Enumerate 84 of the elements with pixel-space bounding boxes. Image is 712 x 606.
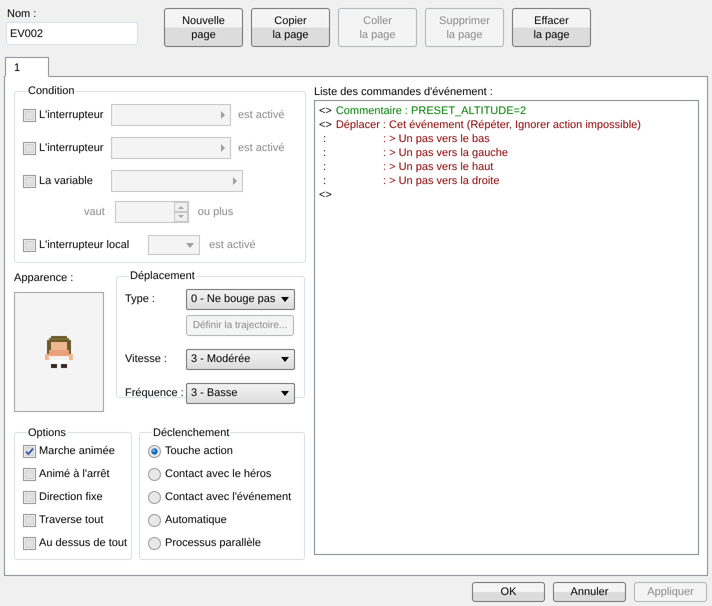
field-label: Fréquence : — [125, 386, 185, 401]
dialog-button[interactable]: OK — [472, 582, 545, 602]
command-text[interactable]: : > Un pas vers le bas — [383, 132, 490, 146]
radio-label: Automatique — [165, 513, 227, 528]
group-title: Déplacement — [129, 269, 196, 284]
checkbox[interactable] — [23, 238, 36, 252]
dropdown[interactable] — [111, 104, 231, 126]
character-drawing — [43, 336, 75, 368]
checkbox-label: La variable — [39, 174, 94, 189]
command-prefix: <> — [319, 104, 332, 118]
command-text[interactable]: Déplacer : Cet événement (Répéter, Ignorer action impossible) — [336, 118, 641, 132]
dropdown[interactable]: 3 - Basse — [186, 382, 295, 404]
checkbox-label: Traverse tout — [39, 513, 104, 528]
spinner-arrows-icon — [174, 202, 188, 222]
page-tab[interactable]: 1 — [5, 57, 49, 77]
dropdown[interactable]: 0 - Ne bouge pas — [186, 288, 295, 310]
dropdown-value: 3 - Basse — [191, 386, 238, 401]
command-list[interactable] — [314, 100, 699, 555]
checkbox[interactable] — [23, 445, 36, 458]
radio-button[interactable] — [148, 514, 161, 527]
checkbox-label: Marche animée — [39, 444, 115, 460]
checkbox[interactable] — [23, 174, 36, 188]
checkbox-label: L'interrupteur — [39, 108, 104, 123]
group-title: Condition — [27, 84, 76, 99]
command-text[interactable]: : > Un pas vers la droite — [383, 174, 500, 188]
dropdown[interactable] — [111, 170, 243, 192]
radio-button[interactable] — [148, 445, 161, 458]
section-label: Apparence : — [14, 271, 74, 286]
command-prefix: <> — [319, 118, 332, 132]
radio-label: Processus parallèle — [165, 536, 261, 552]
command-prefix: <> — [319, 188, 332, 202]
command-prefix: : — [322, 174, 328, 188]
suffix-label: est activé — [238, 108, 284, 123]
radio-button[interactable] — [148, 491, 161, 504]
command-text[interactable]: : > Un pas vers le haut — [383, 160, 494, 174]
command-text[interactable]: : > Un pas vers la gauche — [383, 146, 508, 160]
dialog-button[interactable]: Annuler — [553, 582, 626, 602]
checkbox[interactable] — [23, 108, 36, 122]
checkbox[interactable] — [23, 142, 36, 154]
radio-label: Contact avec l'événement — [165, 490, 292, 506]
dropdown-value: 3 - Modérée — [191, 352, 250, 367]
suffix-label: ou plus — [198, 204, 234, 220]
dropdown[interactable] — [111, 137, 231, 159]
suffix-label: est activé — [238, 140, 284, 156]
dropdown[interactable]: 3 - Modérée — [186, 348, 295, 370]
checkbox[interactable] — [23, 491, 36, 504]
field-label: vaut — [84, 204, 105, 220]
field-label: Nom : — [7, 7, 36, 21]
command-prefix: : — [322, 160, 328, 174]
caret-icon — [281, 390, 289, 396]
group-title: Déclenchement — [152, 426, 230, 440]
command-prefix: : — [322, 146, 328, 160]
command-prefix: : — [322, 132, 328, 146]
checkbox-label: L'interrupteur — [39, 140, 104, 156]
page-button[interactable]: Copier la page — [251, 8, 330, 47]
checkbox[interactable] — [23, 514, 36, 527]
field-label: Type : — [125, 292, 156, 307]
caret-icon — [281, 296, 289, 302]
caret-icon — [186, 242, 194, 248]
dropdown[interactable] — [148, 235, 200, 255]
suffix-label: est activé — [209, 238, 256, 253]
section-label: Liste des commandes d'événement : — [314, 85, 493, 99]
page-button[interactable]: Effacer la page — [512, 8, 591, 47]
checkbox-label: Direction fixe — [39, 490, 103, 506]
command-text[interactable]: Commentaire : PRESET_ALTITUDE=2 — [336, 104, 526, 118]
arrow-icon — [220, 144, 226, 152]
radio-button[interactable] — [148, 468, 161, 481]
name-field[interactable]: EV002 — [6, 22, 138, 45]
radio-label: Contact avec le héros — [165, 467, 272, 482]
checkbox[interactable] — [23, 537, 36, 550]
dropdown-value: 0 - Ne bouge pas — [191, 292, 276, 307]
radio-button[interactable] — [148, 537, 161, 550]
caret-icon — [281, 356, 289, 362]
checkbox-label: Au dessus de tout — [39, 536, 128, 552]
radio-label: Touche action — [165, 444, 233, 460]
checkbox[interactable] — [23, 468, 36, 481]
field-label: Vitesse : — [125, 352, 168, 367]
checkbox-label: L'interrupteur local — [39, 238, 130, 253]
arrow-icon — [220, 111, 226, 119]
group-title: Options — [27, 426, 67, 440]
number-spinner[interactable] — [114, 201, 189, 223]
checkbox-label: Animé à l'arrêt — [39, 467, 110, 482]
page-button[interactable]: Nouvelle page — [164, 8, 243, 47]
arrow-icon — [232, 177, 238, 185]
